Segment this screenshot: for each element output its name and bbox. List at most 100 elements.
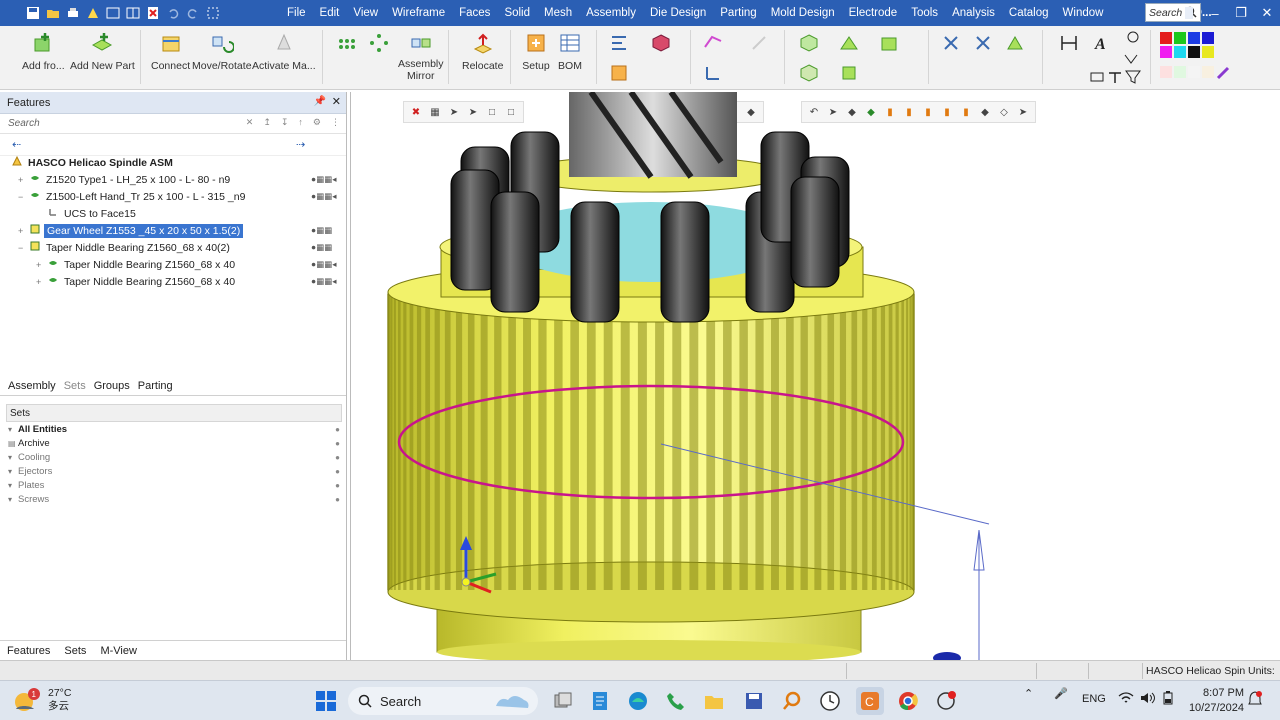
expand-icon[interactable]: + — [18, 226, 23, 236]
wireframe-icon[interactable] — [702, 32, 724, 54]
visibility-icon[interactable]: ● — [335, 439, 340, 448]
cube-icon[interactable] — [650, 32, 672, 54]
annotation-icon[interactable] — [1120, 28, 1142, 50]
select-mode-icon[interactable] — [204, 4, 222, 22]
menu-die-design[interactable]: Die Design — [643, 0, 713, 26]
menu-edit[interactable]: Edit — [313, 0, 347, 26]
menu-analysis[interactable]: Analysis — [945, 0, 1002, 26]
options-tool-icon[interactable]: ⋮ — [331, 117, 340, 128]
setup-button[interactable]: Setup — [522, 30, 550, 72]
close-panel-icon[interactable]: ✕ — [332, 95, 341, 108]
set-row[interactable]: ▾ Cooling ● — [6, 450, 342, 464]
grid-icon[interactable] — [124, 4, 142, 22]
tree-item[interactable]: UCS to Face15 — [0, 205, 346, 222]
solid-prism-icon[interactable] — [798, 62, 820, 84]
menu-mesh[interactable]: Mesh — [537, 0, 579, 26]
battery-icon[interactable] — [1162, 691, 1174, 708]
tree-forward-icon[interactable]: ⇢ — [296, 138, 305, 151]
solid-wedge-icon[interactable] — [838, 32, 860, 54]
solid-shell-icon[interactable] — [878, 32, 900, 54]
tree-item[interactable]: + Taper Niddle Bearing Z1560_68 x 40 ●▦▦… — [0, 256, 346, 273]
visibility-icon[interactable]: ● — [335, 467, 340, 476]
tab-sets-bottom[interactable]: Sets — [57, 645, 93, 657]
tree-back-icon[interactable]: ⇠ — [12, 138, 21, 151]
align-icon[interactable] — [608, 32, 630, 54]
tab-m-view[interactable]: M-View — [93, 645, 143, 657]
color-palette[interactable] — [1158, 30, 1234, 86]
explode-icon[interactable] — [608, 62, 630, 84]
assembly-mirror-button[interactable]: Assembly Mirror — [398, 30, 444, 82]
collapse-icon[interactable]: − — [18, 192, 23, 202]
activate-button[interactable]: Activate Ma... — [252, 30, 316, 72]
add-new-part-button[interactable]: Add New Part — [70, 30, 135, 72]
windows-start-icon[interactable] — [312, 687, 340, 715]
delete-icon[interactable] — [144, 4, 162, 22]
app-save-icon[interactable] — [740, 687, 768, 715]
clock-app-icon[interactable] — [816, 687, 844, 715]
minimize-icon[interactable]: – — [1202, 0, 1228, 26]
language-indicator[interactable]: ENG — [1082, 693, 1106, 705]
task-view-icon[interactable] — [549, 687, 577, 715]
open-icon[interactable] — [44, 4, 62, 22]
tab-groups[interactable]: Groups — [90, 380, 134, 392]
system-clock[interactable]: 8:07 PM 10/27/2024 — [1180, 686, 1244, 716]
bom-button[interactable]: BOM — [556, 30, 584, 72]
cut-icon[interactable] — [940, 32, 962, 54]
circular-pattern-icon[interactable] — [368, 32, 390, 54]
save-icon[interactable] — [24, 4, 42, 22]
axis-icon[interactable] — [702, 62, 724, 84]
3d-viewport[interactable]: ✖ ▦ ➤ ➤ □ □ ○ ● ○ ➤ ▲ ◀ ▷ ▣ ◆ ↶ ➤ ◆ ◆ ▮ … — [350, 92, 1280, 660]
search-app-icon[interactable] — [778, 687, 806, 715]
visibility-icon[interactable]: ● — [335, 481, 340, 490]
restore-icon[interactable]: ❐ — [1228, 0, 1254, 26]
volume-icon[interactable] — [1140, 691, 1156, 708]
notes-app-icon[interactable] — [586, 687, 614, 715]
cimatron-app-icon[interactable]: C — [856, 687, 884, 715]
menu-electrode[interactable]: Electrode — [842, 0, 905, 26]
shape-icon[interactable] — [84, 4, 102, 22]
sets-column-header[interactable]: Sets — [6, 404, 342, 422]
set-row[interactable]: ▾ Screws ● — [6, 492, 342, 506]
expand-icon[interactable]: + — [36, 260, 41, 270]
microphone-icon[interactable]: 🎤 — [1054, 687, 1068, 700]
menu-window[interactable]: Window — [1056, 0, 1111, 26]
phone-app-icon[interactable] — [662, 687, 690, 715]
edge-browser-icon[interactable] — [624, 687, 652, 715]
add-from-button[interactable]: Add fro... — [22, 30, 65, 72]
set-row[interactable]: ▾ Plates ● — [6, 478, 342, 492]
tab-features[interactable]: Features — [0, 645, 57, 657]
tree-item-selected[interactable]: + Gear Wheel Z1553 _45 x 20 x 50 x 1.5(2… — [0, 222, 346, 239]
layout-icon[interactable] — [104, 4, 122, 22]
trim-icon[interactable] — [972, 32, 994, 54]
show-hidden-icons[interactable]: ⌃ — [1024, 687, 1033, 700]
file-explorer-icon[interactable] — [700, 687, 728, 715]
menu-view[interactable]: View — [346, 0, 385, 26]
set-row[interactable]: ▾ All Entities ● — [6, 422, 342, 436]
tree-item[interactable]: − Taper Niddle Bearing Z1560_68 x 40(2) … — [0, 239, 346, 256]
menu-assembly[interactable]: Assembly — [579, 0, 643, 26]
features-search-input[interactable]: Search ✕ ↥ ↧ ↑ ⚙ ⋮ — [0, 114, 346, 134]
menu-mold-design[interactable]: Mold Design — [764, 0, 842, 26]
move-rotate-button[interactable]: Move/Rotate — [192, 30, 252, 72]
solid-split-icon[interactable] — [838, 62, 860, 84]
relocate-button[interactable]: Relocate — [462, 30, 503, 72]
taskbar-search[interactable]: Search — [348, 687, 538, 715]
pin-icon[interactable]: 📌 — [314, 96, 326, 107]
menu-faces[interactable]: Faces — [452, 0, 497, 26]
wifi-icon[interactable] — [1118, 691, 1134, 708]
set-row[interactable]: ▤ Archive ● — [6, 436, 342, 450]
tab-assembly[interactable]: Assembly — [0, 380, 60, 392]
recorder-app-icon[interactable] — [932, 687, 960, 715]
pattern-icon[interactable] — [336, 32, 358, 54]
menu-catalog[interactable]: Catalog — [1002, 0, 1056, 26]
expand-icon[interactable]: + — [18, 175, 23, 185]
tree-item-root[interactable]: HASCO Helicao Spindle ASM — [0, 154, 346, 171]
tab-sets[interactable]: Sets — [60, 380, 90, 392]
set-row[interactable]: ▾ Ejectors ● — [6, 464, 342, 478]
settings-tool-icon[interactable]: ⚙ — [313, 117, 321, 128]
sort-up-icon[interactable]: ↑ — [298, 117, 303, 128]
tree-item[interactable]: + Taper Niddle Bearing Z1560_68 x 40 ●▦▦… — [0, 273, 346, 290]
tree-item[interactable]: + Z1520 Type1 - LH_25 x 100 - L- 80 - n9… — [0, 171, 346, 188]
dimension-icon[interactable] — [1058, 32, 1080, 54]
filter-tool-icon[interactable]: ↥ — [263, 117, 271, 128]
